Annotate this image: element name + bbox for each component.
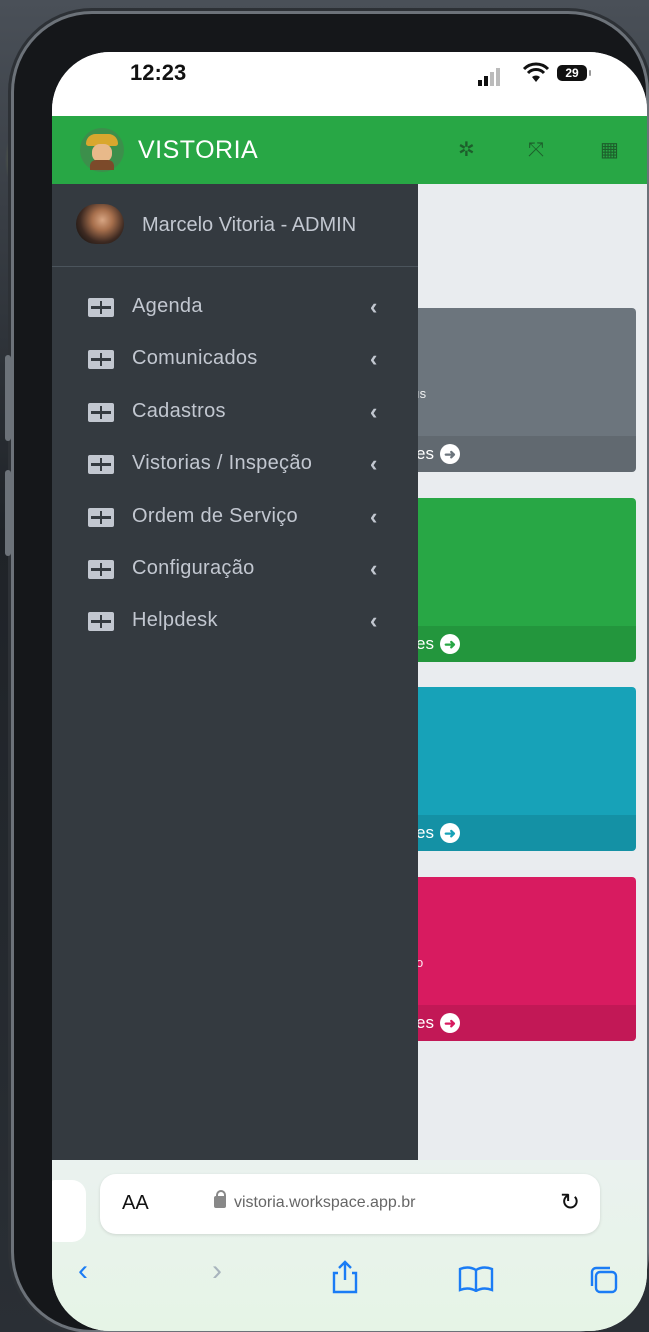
sidebar-item-label: Helpdesk bbox=[132, 609, 218, 632]
reader-options-button[interactable]: AA bbox=[122, 1192, 149, 1215]
chevron-left-icon: ‹ bbox=[370, 398, 378, 424]
tabs-icon[interactable] bbox=[588, 1264, 620, 1296]
avatar bbox=[76, 204, 124, 244]
arrow-circle-right-icon: ➜ bbox=[440, 1013, 460, 1033]
sidebar-drawer: VISTORIA Marcelo Vitoria - ADMIN Agenda … bbox=[52, 116, 418, 1160]
chevron-left-icon: ‹ bbox=[370, 346, 378, 372]
lock-icon bbox=[214, 1190, 226, 1208]
card-footer[interactable]: es ➜ bbox=[382, 436, 636, 472]
wifi-icon bbox=[522, 62, 550, 82]
card-footer[interactable]: es ➜ bbox=[382, 1005, 636, 1041]
bookmarks-icon[interactable] bbox=[458, 1266, 494, 1292]
brand-logo bbox=[80, 128, 124, 172]
chevron-left-icon: ‹ bbox=[370, 608, 378, 634]
address-bar[interactable]: AA vistoria.workspace.app.br ↻ bbox=[100, 1174, 600, 1234]
card-footer[interactable]: es ➜ bbox=[382, 815, 636, 851]
forward-icon[interactable]: › bbox=[212, 1254, 222, 1288]
card-footer-text: es bbox=[416, 444, 434, 463]
sidebar-item-label: Comunicados bbox=[132, 347, 258, 370]
info-card-green: es ➜ bbox=[382, 498, 636, 662]
arrow-circle-right-icon: ➜ bbox=[440, 823, 460, 843]
user-name: Marcelo Vitoria - ADMIN bbox=[142, 214, 357, 236]
card-footer[interactable]: es ➜ bbox=[382, 626, 636, 662]
sidebar-item-agenda[interactable]: Agenda ‹ bbox=[52, 282, 418, 334]
sidebar-brand[interactable]: VISTORIA bbox=[52, 116, 418, 184]
sidebar-item-label: Vistorias / Inspeção bbox=[132, 452, 313, 475]
sidebar-item-helpdesk[interactable]: Helpdesk ‹ bbox=[52, 596, 418, 648]
volume-up-button bbox=[5, 355, 11, 441]
sidebar-item-cadastros[interactable]: Cadastros ‹ bbox=[52, 387, 418, 439]
card-footer-text: es bbox=[416, 823, 434, 842]
table-icon bbox=[88, 298, 114, 317]
chevron-left-icon: ‹ bbox=[370, 503, 378, 529]
cellular-signal-icon bbox=[478, 68, 502, 86]
sidebar-item-label: Configuração bbox=[132, 556, 255, 579]
share-icon[interactable] bbox=[330, 1260, 360, 1294]
volume-down-button bbox=[5, 470, 11, 556]
previous-tab-preview[interactable] bbox=[52, 1180, 86, 1242]
phone-frame: 12:23 29 ✲ ⤧ ▦ ıs es ➜ es ➜ es ➜ o es ➜ … bbox=[14, 14, 647, 1331]
sidebar-item-configuracao[interactable]: Configuração ‹ bbox=[52, 544, 418, 596]
sidebar-item-label: Agenda bbox=[132, 295, 203, 317]
arrow-circle-right-icon: ➜ bbox=[440, 444, 460, 464]
table-icon bbox=[88, 612, 114, 632]
browser-bar: AA vistoria.workspace.app.br ↻ ‹ › bbox=[52, 1160, 647, 1331]
table-icon bbox=[88, 559, 114, 579]
table-icon bbox=[88, 455, 114, 475]
card-footer-text: es bbox=[416, 1013, 434, 1032]
sidebar-item-vistorias[interactable]: Vistorias / Inspeção ‹ bbox=[52, 439, 418, 491]
status-time: 12:23 bbox=[130, 60, 187, 85]
gear-icon[interactable]: ✲ bbox=[458, 138, 475, 162]
sidebar-item-label: Cadastros bbox=[132, 399, 226, 422]
back-icon[interactable]: ‹ bbox=[78, 1254, 88, 1288]
table-icon bbox=[88, 402, 114, 422]
sidebar-item-ordem-servico[interactable]: Ordem de Serviço ‹ bbox=[52, 492, 418, 544]
info-card-teal: es ➜ bbox=[382, 687, 636, 851]
info-card-pink: o es ➜ bbox=[382, 877, 636, 1041]
phone-screen: 12:23 29 ✲ ⤧ ▦ ıs es ➜ es ➜ es ➜ o es ➜ … bbox=[52, 52, 647, 1331]
battery-icon: 29 bbox=[557, 65, 591, 81]
reload-icon[interactable]: ↻ bbox=[560, 1188, 580, 1217]
compress-icon[interactable]: ⤧ bbox=[528, 138, 544, 162]
table-icon bbox=[88, 507, 114, 527]
chevron-left-icon: ‹ bbox=[370, 294, 378, 319]
user-panel[interactable]: Marcelo Vitoria - ADMIN bbox=[52, 184, 418, 267]
brand-text: VISTORIA bbox=[138, 136, 259, 164]
table-icon bbox=[88, 350, 114, 370]
sidebar-item-label: Ordem de Serviço bbox=[132, 504, 298, 527]
info-card-gray: ıs es ➜ bbox=[382, 308, 636, 472]
sidebar-menu: Agenda ‹ Comunicados ‹ Cadastros ‹ Visto… bbox=[52, 282, 418, 649]
sidebar-item-comunicados[interactable]: Comunicados ‹ bbox=[52, 334, 418, 386]
url-text[interactable]: vistoria.workspace.app.br bbox=[234, 1194, 415, 1212]
card-footer-text: es bbox=[416, 634, 434, 653]
status-bar: 12:23 29 bbox=[52, 52, 647, 116]
chevron-left-icon: ‹ bbox=[370, 555, 378, 581]
chevron-left-icon: ‹ bbox=[370, 451, 378, 477]
arrow-circle-right-icon: ➜ bbox=[440, 634, 460, 654]
grid-icon[interactable]: ▦ bbox=[600, 138, 619, 162]
